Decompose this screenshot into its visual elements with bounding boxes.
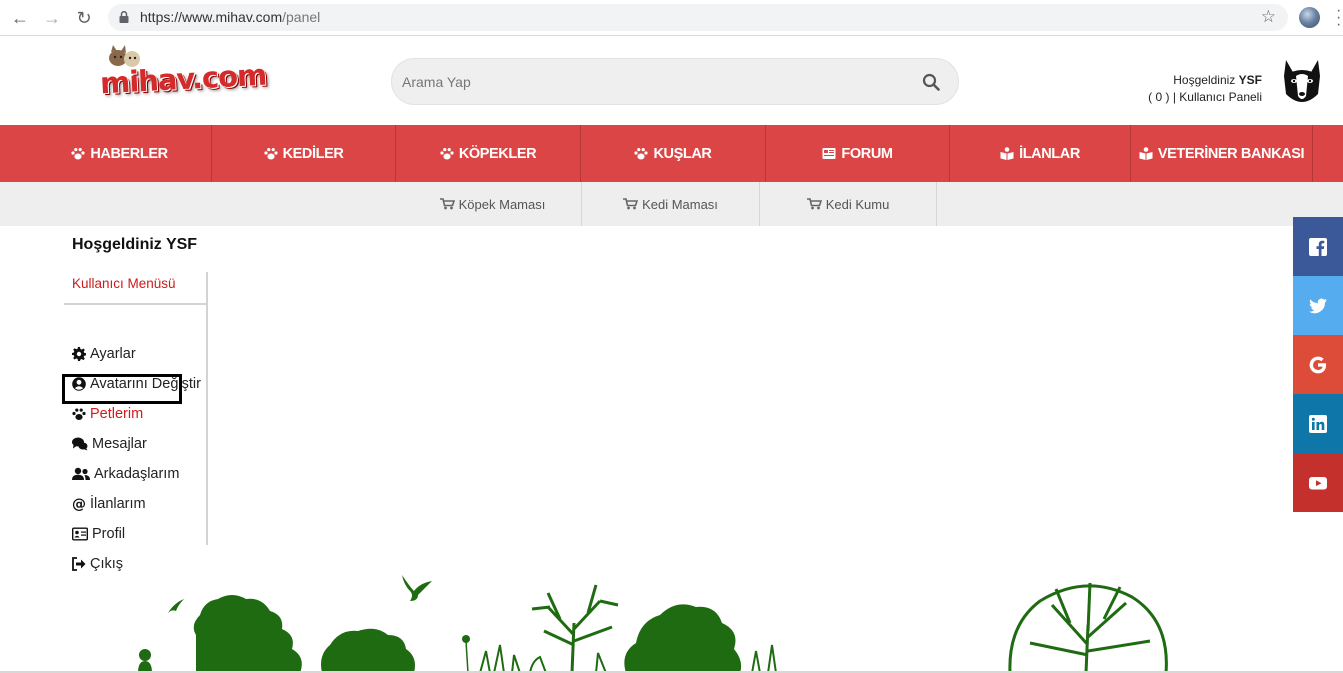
nav-item-kediler[interactable]: KEDİLER xyxy=(212,125,396,182)
lock-icon xyxy=(119,11,129,23)
svg-text:@: @ xyxy=(72,497,86,511)
google-icon xyxy=(1309,356,1327,373)
menu-item-arkadaslarim[interactable]: Arkadaşlarım xyxy=(72,463,179,485)
nav-item-ilanlar[interactable]: İLANLAR xyxy=(950,125,1131,182)
nav-item-label: VETERİNER BANKASI xyxy=(1157,145,1305,162)
browser-profile-avatar[interactable] xyxy=(1299,7,1320,28)
subnav-item-label: Köpek Maması xyxy=(458,196,546,212)
subnav-item-kedi-mamasi[interactable]: Kedi Maması xyxy=(582,182,760,226)
menu-item-label: Arkadaşlarım xyxy=(94,466,180,482)
linkedin-icon xyxy=(1309,414,1327,433)
subnav-item-label: Kedi Maması xyxy=(642,196,718,212)
back-arrow-icon[interactable]: ← xyxy=(10,8,30,28)
nav-item-haberler[interactable]: HABERLER xyxy=(28,125,212,182)
welcome-text: Hoşgeldiniz xyxy=(1173,73,1236,87)
paw-icon xyxy=(263,148,278,160)
nature-silhouette-illustration xyxy=(0,575,1343,673)
sub-navigation: Köpek Maması Kedi Maması Kedi Kumu xyxy=(0,182,1343,226)
separator: | xyxy=(1172,90,1176,104)
subnav-divider xyxy=(581,182,582,226)
subnav-item-kopek-mamasi[interactable]: Köpek Maması xyxy=(404,182,582,226)
youtube-icon xyxy=(1309,476,1327,489)
menu-item-label: Petlerim xyxy=(90,406,144,422)
book-icon xyxy=(1139,147,1153,160)
browser-toolbar: ← → ↻ https://www.mihav.com/panel ☆ · · · xyxy=(0,0,1343,36)
menu-item-mesajlar[interactable]: Mesajlar xyxy=(72,433,147,455)
subnav-item-kedi-kumu[interactable]: Kedi Kumu xyxy=(760,182,937,226)
paw-icon xyxy=(72,408,86,420)
welcome-username: YSF xyxy=(1238,73,1262,87)
nav-item-label: KEDİLER xyxy=(282,145,344,162)
search-input[interactable] xyxy=(402,71,902,93)
linkedin-button[interactable] xyxy=(1293,394,1343,453)
user-avatar[interactable] xyxy=(1276,56,1328,110)
id-card-icon xyxy=(72,527,88,541)
newspaper-icon xyxy=(822,148,836,159)
user-menu-heading: Kullanıcı Menüsü xyxy=(72,276,176,291)
logo-text: mihav.com xyxy=(99,57,268,101)
nav-item-label: KÖPEKLER xyxy=(458,145,537,162)
twitter-button[interactable] xyxy=(1293,276,1343,335)
menu-item-label: Ayarlar xyxy=(90,346,136,362)
user-panel-link[interactable]: Kullanıcı Paneli xyxy=(1179,90,1262,104)
nav-item-label: İLANLAR xyxy=(1019,145,1080,162)
nav-item-kopekler[interactable]: KÖPEKLER xyxy=(396,125,581,182)
site-logo[interactable]: mihav.com xyxy=(98,42,267,108)
search-box xyxy=(391,58,959,105)
at-icon: @ xyxy=(72,497,86,511)
nav-item-label: FORUM xyxy=(841,145,893,162)
paw-icon xyxy=(440,148,454,160)
facebook-icon xyxy=(1309,237,1327,256)
menu-item-profil[interactable]: Profil xyxy=(72,523,125,545)
google-button[interactable] xyxy=(1293,335,1343,394)
main-navigation: HABERLER KEDİLER KÖPEKLER KUŞLAR FORUM İ… xyxy=(0,125,1343,182)
selection-highlight-box xyxy=(62,374,182,404)
menu-item-petlerim[interactable]: Petlerim xyxy=(72,403,143,425)
nav-item-kuslar[interactable]: KUŞLAR xyxy=(581,125,766,182)
message-count[interactable]: ( 0 ) xyxy=(1148,90,1169,104)
menu-item-label: Profil xyxy=(92,526,126,542)
nav-item-label: HABERLER xyxy=(90,145,168,162)
page-title: Hoşgeldiniz YSF xyxy=(72,236,198,253)
forward-arrow-icon[interactable]: → xyxy=(42,8,62,28)
comments-icon xyxy=(72,437,88,451)
paw-icon xyxy=(71,148,85,160)
social-share-bar xyxy=(1293,217,1343,512)
reload-icon[interactable]: ↻ xyxy=(74,8,94,28)
address-url: https://www.mihav.com/panel xyxy=(140,9,321,25)
browser-menu-icon[interactable]: · · · xyxy=(1336,3,1341,33)
youtube-button[interactable] xyxy=(1293,453,1343,512)
subnav-item-label: Kedi Kumu xyxy=(825,196,890,212)
menu-item-label: İlanlarım xyxy=(90,496,146,512)
menu-item-ilanlarim[interactable]: @ İlanlarım xyxy=(72,493,146,515)
cart-icon xyxy=(439,198,455,210)
nav-item-forum[interactable]: FORUM xyxy=(766,125,950,182)
nav-item-label: KUŞLAR xyxy=(653,145,712,162)
bookmark-star-icon[interactable]: ☆ xyxy=(1261,7,1276,27)
twitter-icon xyxy=(1309,298,1327,313)
user-menu: Kullanıcı Menüsü Ayarlar Avatarını Değiş… xyxy=(64,272,208,572)
cart-icon xyxy=(806,198,822,210)
user-welcome: Hoşgeldiniz YSF ( 0 ) | Kullanıcı Paneli xyxy=(1148,72,1262,106)
book-icon xyxy=(1000,147,1014,160)
site-header: mihav.com Hoşgeldiniz YSF ( 0 ) | Kullan… xyxy=(0,36,1343,125)
menu-item-ayarlar[interactable]: Ayarlar xyxy=(72,343,136,365)
users-icon xyxy=(72,467,90,480)
nav-item-veteriner-bankasi[interactable]: VETERİNER BANKASI xyxy=(1131,125,1313,182)
menu-item-label: Mesajlar xyxy=(92,436,147,452)
cart-icon xyxy=(623,198,639,210)
facebook-button[interactable] xyxy=(1293,217,1343,276)
menu-divider xyxy=(64,303,206,305)
paw-icon xyxy=(634,148,649,160)
address-bar[interactable]: https://www.mihav.com/panel ☆ xyxy=(108,4,1288,31)
gear-icon xyxy=(72,347,86,361)
search-icon[interactable] xyxy=(922,73,940,91)
